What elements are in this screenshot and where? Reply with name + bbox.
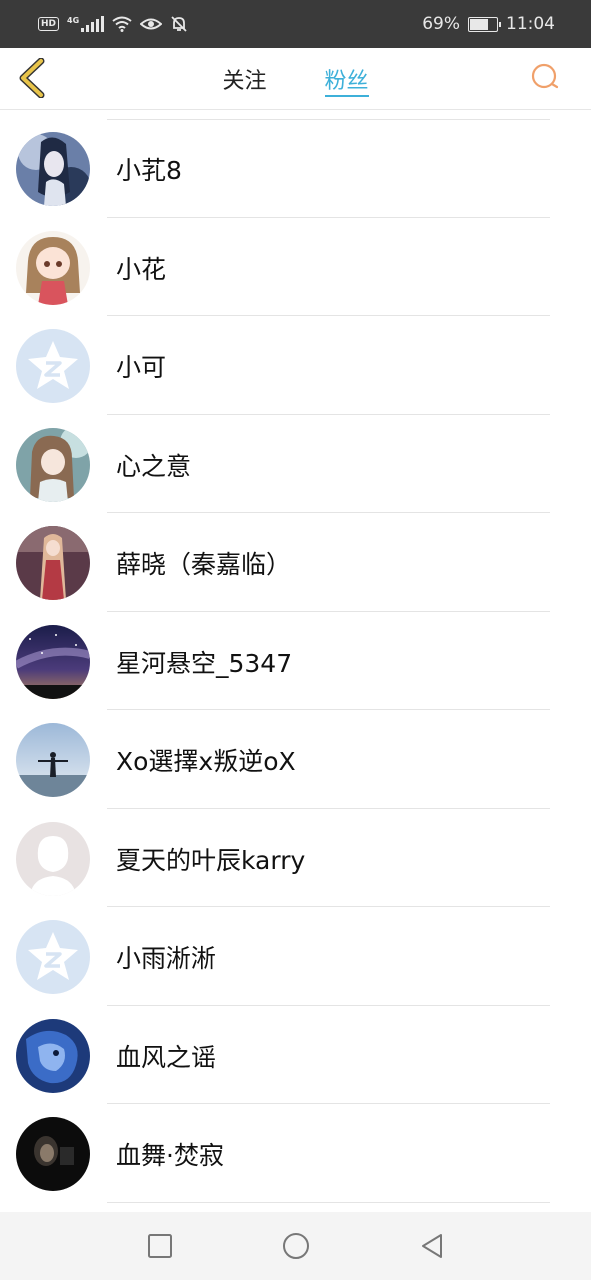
battery-percent: 69% [422,14,460,34]
anime-girl-red-avatar [16,526,90,600]
status-bar: HD 4G 69% 11:04 [0,0,591,48]
network-label: 4G [67,15,80,25]
followers-list: 小芤8 小花 小可 心之意 薛晓（秦嘉临） 星河悬空_5347 Xo選擇x叛逆o… [0,119,591,1203]
back-triangle-icon [421,1234,442,1258]
follower-name: 薛晓（秦嘉临） [116,550,292,579]
dark-portrait-avatar [16,1117,90,1191]
follower-name: 小花 [116,254,167,284]
follower-name: 血舞·焚寂 [116,1141,224,1170]
list-item[interactable]: Xo選擇x叛逆oX [0,710,591,809]
tab-following[interactable]: 关注 [222,48,266,110]
top-nav: 关注 粉丝 [0,48,591,110]
battery-icon [468,16,501,32]
list-item[interactable]: 血舞·焚寂 [0,1104,591,1203]
search-button[interactable] [529,61,561,93]
home-icon [282,1233,309,1259]
default-silhouette-avatar [16,821,90,896]
list-item[interactable]: 心之意 [0,415,591,514]
recent-apps-icon [147,1234,172,1258]
follower-name: 星河悬空_5347 [116,648,293,678]
active-tab-indicator [324,95,369,97]
follower-name: 血风之谣 [116,1042,217,1072]
tab-bar: 关注 粉丝 [0,48,591,110]
wifi-icon [112,16,132,32]
back-nav-button[interactable] [414,1228,450,1264]
list-item[interactable]: 小雨淅淅 [0,907,591,1006]
follower-name: 小雨淅淅 [116,944,217,973]
home-button[interactable] [278,1228,314,1264]
follower-name: 夏天的叶辰karry [116,845,306,875]
status-left: HD 4G [38,15,188,33]
search-icon [531,63,559,89]
status-right: 69% 11:04 [422,14,555,34]
follower-name: 小芤8 [116,156,182,185]
clock: 11:04 [506,14,555,34]
galaxy-night-avatar [16,624,90,699]
list-item[interactable]: 血风之谣 [0,1006,591,1105]
mute-bell-icon [171,16,187,32]
chibi-girl-avatar [16,230,90,305]
list-item[interactable]: 夏天的叶辰karry [0,809,591,908]
anime-girl-blue-avatar [16,132,90,206]
system-nav-bar [0,1212,591,1280]
list-item[interactable]: 小可 [0,316,591,415]
tab-following-label: 关注 [222,69,267,94]
blue-dragon-avatar [16,1018,90,1093]
anime-girl-teal-avatar [16,427,90,502]
recent-apps-button[interactable] [142,1228,178,1264]
default-qq-avatar [16,329,90,403]
follower-name: 小可 [116,353,167,382]
follower-name: Xo選擇x叛逆oX [116,747,296,776]
default-qq-avatar [16,920,90,994]
signal-icon [81,16,105,32]
tab-followers[interactable]: 粉丝 [324,48,369,110]
list-item[interactable]: 星河悬空_5347 [0,612,591,711]
hd-badge: HD [38,17,60,31]
follower-name: 心之意 [116,451,192,481]
tab-followers-label: 粉丝 [324,69,369,94]
list-item[interactable]: 薛晓（秦嘉临） [0,513,591,612]
list-item[interactable]: 小花 [0,218,591,317]
eye-comfort-icon [140,18,163,30]
person-sunset-avatar [16,723,90,797]
list-item[interactable]: 小芤8 [0,119,591,218]
